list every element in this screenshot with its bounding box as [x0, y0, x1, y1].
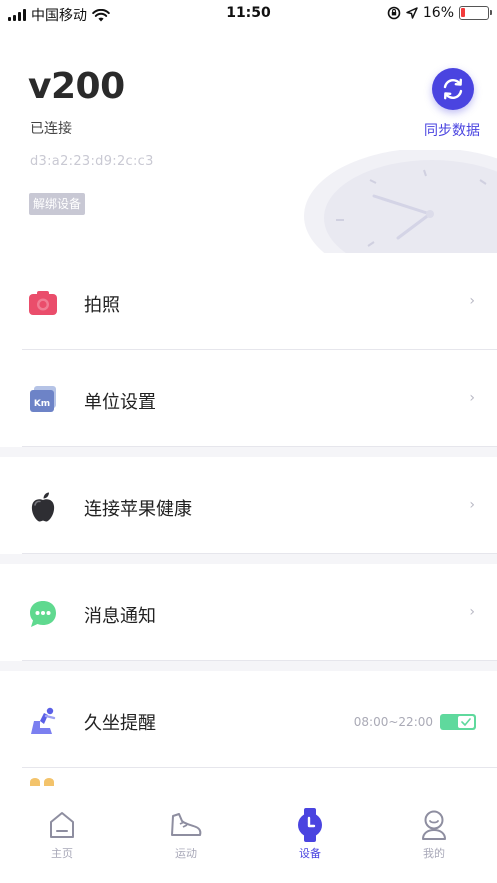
menu-item-notifications-label: 消息通知	[84, 606, 156, 627]
tab-profile-label: 我的	[423, 847, 445, 860]
battery-level-fill	[461, 8, 465, 17]
chevron-right-icon: ›	[469, 497, 475, 513]
chevron-right-icon: ›	[469, 293, 475, 309]
status-bar: 中国移动 11:50 16%	[0, 0, 497, 28]
next-item-icon-peek	[30, 778, 60, 786]
menu-item-photo[interactable]: 拍照 ›	[0, 253, 497, 350]
menu-item-apple-health-label: 连接苹果健康	[84, 499, 192, 520]
km-unit-icon: Km	[28, 385, 58, 415]
chevron-right-icon: ›	[469, 604, 475, 620]
chat-bubble-icon	[28, 599, 58, 629]
clock-illustration	[300, 150, 497, 253]
tab-device-label: 设备	[299, 847, 321, 860]
home-icon	[27, 807, 97, 843]
apple-icon	[28, 492, 58, 522]
sync-button-label[interactable]: 同步数据	[424, 120, 480, 140]
menu-item-sedentary-reminder[interactable]: 久坐提醒 08:00~22:00	[0, 671, 497, 768]
section-gap	[0, 554, 497, 564]
tab-home[interactable]: 主页	[27, 807, 97, 861]
tab-home-label: 主页	[51, 847, 73, 860]
checkmark-icon	[458, 716, 474, 728]
tab-profile[interactable]: 我的	[399, 807, 469, 861]
battery-icon	[459, 6, 492, 20]
chevron-right-icon: ›	[469, 390, 475, 406]
section-gap	[0, 447, 497, 457]
sync-icon	[443, 78, 463, 100]
bottom-tab-bar: 主页 运动 设备 我的	[0, 793, 497, 883]
profile-icon	[399, 807, 469, 843]
camera-icon	[28, 288, 58, 318]
location-arrow-icon	[406, 7, 418, 19]
menu-item-apple-health[interactable]: 连接苹果健康 ›	[0, 457, 497, 554]
menu-item-photo-label: 拍照	[84, 295, 120, 316]
menu-item-units-label: 单位设置	[84, 392, 156, 413]
device-mac-address: d3:a2:23:d9:2c:c3	[30, 154, 154, 169]
unbind-device-button[interactable]: 解绑设备	[29, 193, 86, 215]
tab-sports[interactable]: 运动	[151, 807, 221, 861]
shoe-icon	[151, 807, 221, 843]
sync-button[interactable]	[432, 68, 474, 110]
status-right: 16%	[387, 5, 492, 21]
sitting-person-icon	[28, 706, 58, 736]
rotation-lock-icon	[387, 6, 401, 20]
settings-list: 拍照 › Km 单位设置 › 连接苹果健康 › 消息通知 › 久坐提醒 08:0…	[0, 253, 497, 768]
device-name: v200	[28, 66, 125, 107]
watch-icon	[275, 807, 345, 843]
sedentary-toggle[interactable]	[440, 714, 476, 730]
sedentary-time-range: 08:00~22:00	[353, 715, 433, 729]
battery-percent: 16%	[422, 5, 454, 21]
tab-sports-label: 运动	[175, 847, 197, 860]
menu-item-sedentary-label: 久坐提醒	[84, 713, 156, 734]
svg-text:Km: Km	[34, 399, 50, 409]
menu-item-notifications[interactable]: 消息通知 ›	[0, 564, 497, 661]
connection-status: 已连接	[30, 121, 72, 137]
section-gap	[0, 661, 497, 671]
menu-item-units[interactable]: Km 单位设置 ›	[0, 350, 497, 447]
tab-device[interactable]: 设备	[275, 807, 345, 861]
